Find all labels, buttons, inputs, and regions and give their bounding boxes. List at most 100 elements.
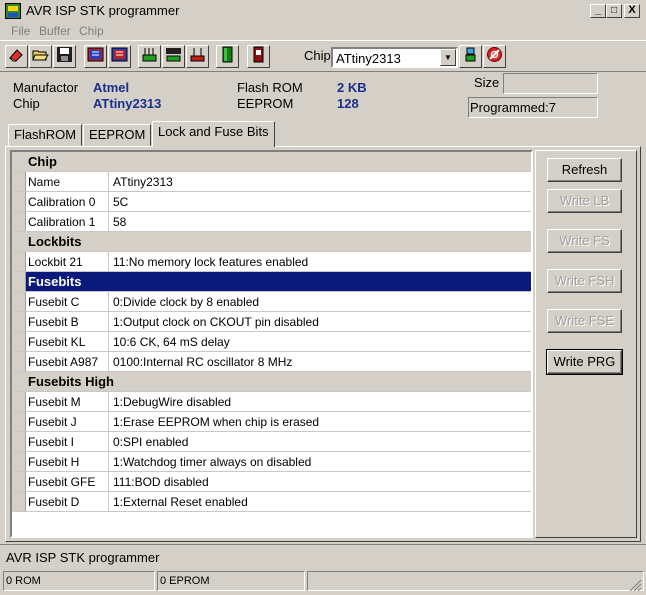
table-row[interactable]: Fusebit I 0:SPI enabled [12,432,531,452]
column-separator [108,492,109,512]
column-separator [108,192,109,212]
manufactor-value: Atmel [93,80,130,95]
fuse-value-cell[interactable]: 1:Erase EEPROM when chip is erased [113,415,319,429]
fuse-name-cell: Fusebit D [28,495,80,509]
table-row[interactable]: Fusebit B 1:Output clock on CKOUT pin dis… [12,312,531,332]
fuse-value-cell[interactable]: ATtiny2313 [113,175,173,189]
column-separator [108,352,109,372]
fuse-name-cell: Fusebit GFE [28,475,96,489]
title-bar[interactable]: AVR ISP STK programmer _ □ X [0,0,646,22]
size-label: Size [474,75,500,90]
menu-file[interactable]: File [11,24,30,38]
save-icon[interactable] [53,45,76,68]
column-separator [108,312,109,332]
column-separator [108,452,109,472]
write-lb-button[interactable]: Write LB [547,189,622,213]
row-indicator [12,312,26,331]
row-indicator [12,292,26,311]
write-fs-button[interactable]: Write FS [547,229,622,253]
column-separator [108,472,109,492]
row-indicator [12,492,26,511]
group-header[interactable]: Lockbits [12,232,531,252]
fuse-bits-grid[interactable]: Chip Name ATtiny2313 Calibration 0 5C Calibra… [10,150,533,538]
row-indicator [12,432,26,451]
status-line: AVR ISP STK programmer [0,544,646,568]
write-prg-button[interactable]: Write PRG [546,349,623,375]
table-row[interactable]: Name ATtiny2313 [12,172,531,192]
table-row[interactable]: Fusebit A987 0100:Internal RC oscillator … [12,352,531,372]
chip-info-icon[interactable] [459,45,482,68]
table-row[interactable]: Lockbit 21 11:No memory lock features ena… [12,252,531,272]
table-row[interactable]: Fusebit KL 10:6 CK, 64 mS delay [12,332,531,352]
table-row[interactable]: Fusebit GFE 111:BOD disabled [12,472,531,492]
resize-grip-icon[interactable] [628,578,642,592]
status-rom-pane: 0 ROM [3,571,155,591]
fuse-value-cell[interactable]: 5C [113,195,128,209]
fuse-value-cell[interactable]: 1:Watchdog timer always on disabled [113,455,311,469]
stop-icon[interactable] [483,45,506,68]
tab-eeprom[interactable]: EEPROM [83,124,152,146]
tab-lock-fuse-bits[interactable]: Lock and Fuse Bits [152,121,275,147]
table-row[interactable]: Fusebit D 1:External Reset enabled [12,492,531,512]
chip-green-icon[interactable] [216,45,239,68]
status-eprom-pane: 0 EPROM [157,571,305,591]
status-eprom: 0 EPROM [160,575,210,587]
fuse-value-cell[interactable]: 0:Divide clock by 8 enabled [113,295,259,309]
flash-rom-label: Flash ROM [237,80,303,95]
group-header-selected[interactable]: Fusebits [12,272,531,292]
fuse-value-cell[interactable]: 111:BOD disabled [113,475,209,489]
table-row[interactable]: Calibration 0 5C [12,192,531,212]
window-title: AVR ISP STK programmer [26,3,180,18]
table-row[interactable]: Fusebit M 1:DebugWire disabled [12,392,531,412]
chevron-down-icon[interactable]: ▼ [440,49,456,66]
open-icon[interactable] [29,45,52,68]
row-indicator [12,212,26,231]
chip-select[interactable]: ATtiny2313 ▼ [331,47,458,68]
column-separator [108,212,109,232]
row-indicator [12,352,26,371]
column-separator [108,412,109,432]
status-extra-pane [307,571,644,591]
write-chip-icon[interactable] [138,45,161,68]
column-separator [108,252,109,272]
write-all-icon[interactable] [162,45,185,68]
refresh-button[interactable]: Refresh [547,158,622,182]
fuse-value-cell[interactable]: 0100:Internal RC oscillator 8 MHz [113,355,292,369]
fuse-name-cell: Calibration 0 [28,195,96,209]
table-row[interactable]: Fusebit H 1:Watchdog timer always on disa… [12,452,531,472]
chip-info-value: ATtiny2313 [93,96,162,111]
erase-icon[interactable] [5,45,28,68]
table-row[interactable]: Calibration 1 58 [12,212,531,232]
menu-buffer[interactable]: Buffer [39,24,71,38]
read-all-icon[interactable] [108,45,131,68]
write-fse-button[interactable]: Write FSE [547,309,622,333]
fuse-name-cell: Fusebit I [28,435,75,449]
menu-chip[interactable]: Chip [79,24,104,38]
chip-red-icon[interactable] [247,45,270,68]
write-fsh-button[interactable]: Write FSH [547,269,622,293]
fuse-value-cell[interactable]: 1:DebugWire disabled [113,395,231,409]
fuse-value-cell[interactable]: 0:SPI enabled [113,435,188,449]
chip-info-label: Chip [13,96,40,111]
close-button[interactable]: X [624,4,640,18]
maximize-button[interactable]: □ [606,4,622,18]
fuse-value-cell[interactable]: 11:No memory lock features enabled [113,255,308,269]
status-text: AVR ISP STK programmer [6,550,160,565]
fuse-value-cell[interactable]: 58 [113,215,126,229]
fuse-name-cell: Fusebit H [28,455,80,469]
fuse-name-cell: Fusebit C [28,295,80,309]
verify-icon[interactable] [186,45,209,68]
fuse-value-cell[interactable]: 1:Output clock on CKOUT pin disabled [113,315,319,329]
table-row[interactable]: Fusebit C 0:Divide clock by 8 enabled [12,292,531,312]
group-header[interactable]: Fusebits High [12,372,531,392]
tab-flashrom[interactable]: FlashROM [8,124,83,146]
fuse-value-cell[interactable]: 1:External Reset enabled [113,495,248,509]
size-field [503,73,598,94]
read-chip-icon[interactable] [84,45,107,68]
minimize-button[interactable]: _ [590,4,606,18]
eeprom-label: EEPROM [237,96,294,111]
group-header[interactable]: Chip [12,152,531,172]
row-indicator [12,452,26,471]
fuse-value-cell[interactable]: 10:6 CK, 64 mS delay [113,335,230,349]
table-row[interactable]: Fusebit J 1:Erase EEPROM when chip is era… [12,412,531,432]
